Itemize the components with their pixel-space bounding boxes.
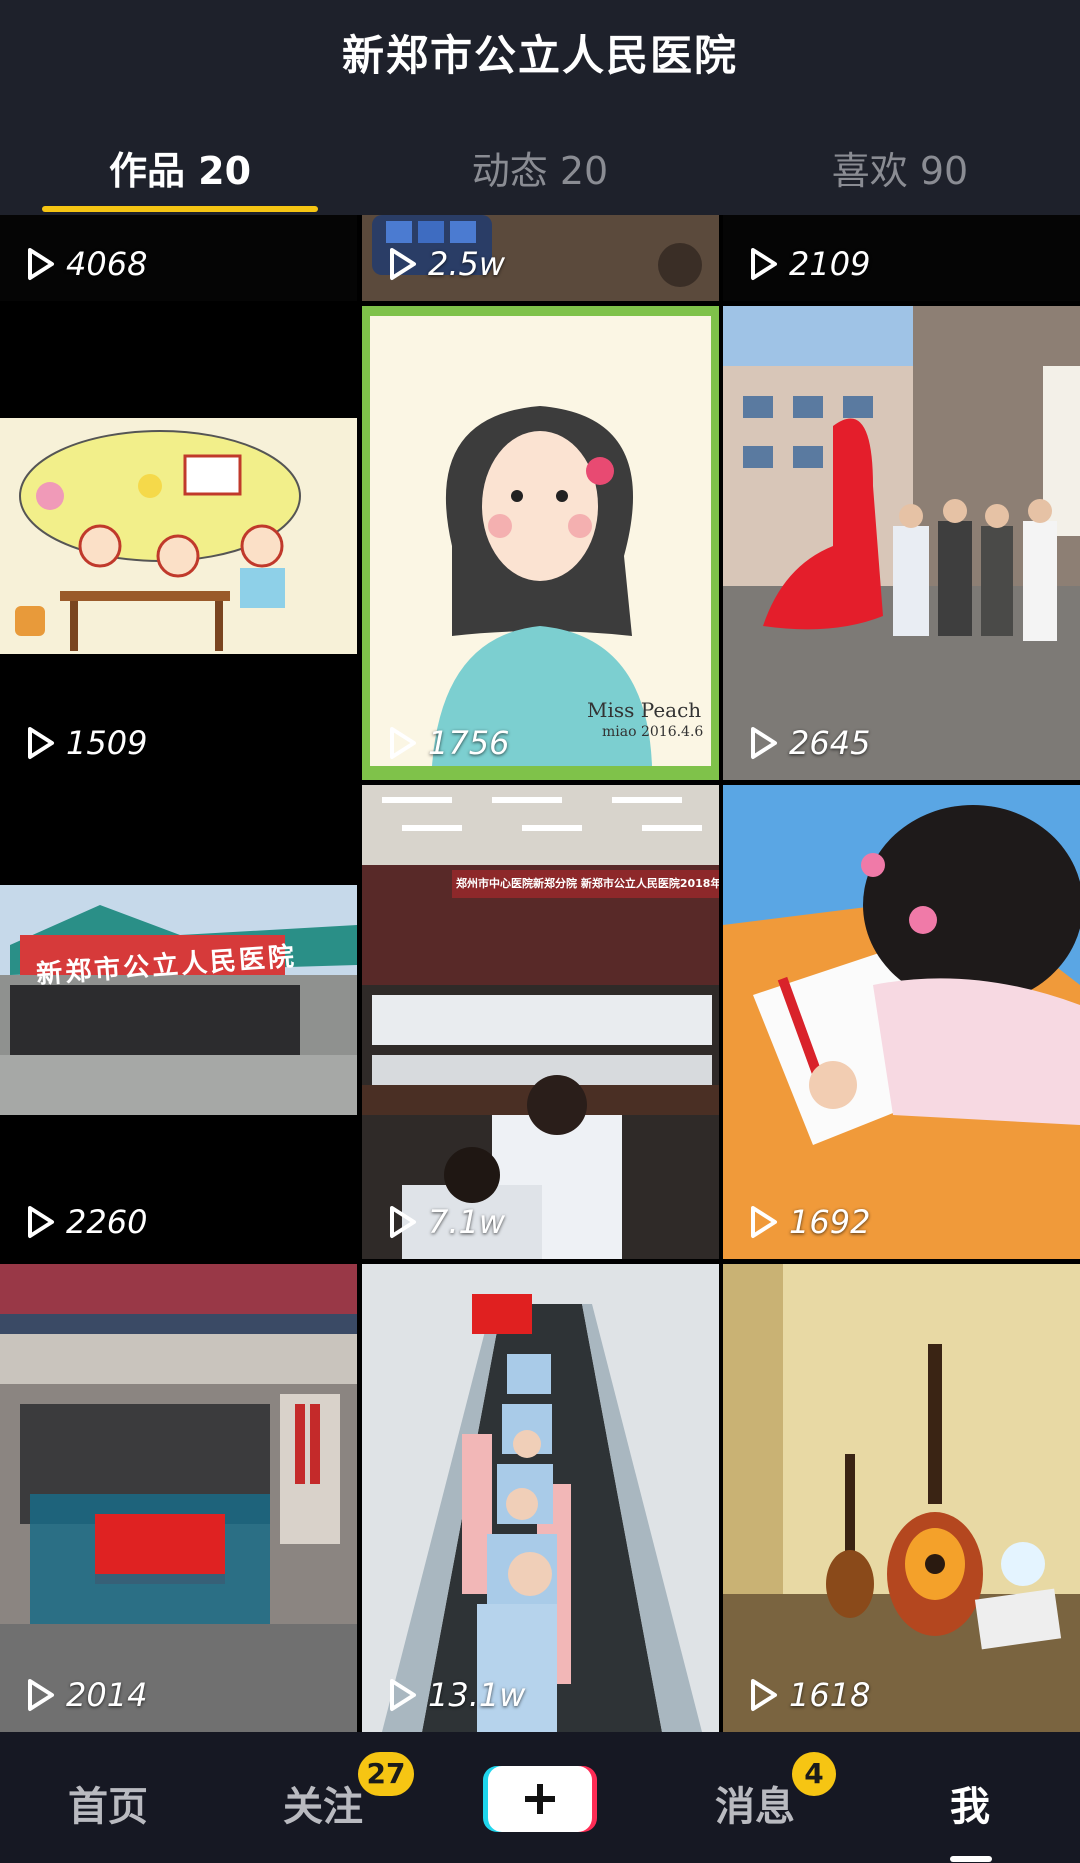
play-icon (390, 727, 416, 759)
video-tile[interactable]: 1618 (723, 1264, 1080, 1732)
play-count-text: 2014 (66, 1676, 148, 1714)
play-count-text: 2260 (66, 1203, 148, 1241)
create-button[interactable] (483, 1762, 597, 1836)
play-count: 1692 (749, 1203, 870, 1241)
play-icon (390, 248, 416, 280)
play-count: 1618 (749, 1676, 870, 1714)
drawing-signature: Miss Peach (587, 698, 702, 722)
play-count: 7.1w (388, 1203, 505, 1241)
play-count: 2014 (26, 1676, 147, 1714)
play-count-text: 13.1w (428, 1676, 526, 1714)
video-grid: 4068 2.5w 2109 1509 Miss Peach miao 2016… (0, 215, 1080, 1732)
drawing-date: miao 2016.4.6 (602, 724, 704, 740)
tab-likes[interactable]: 喜欢 90 (720, 140, 1080, 195)
play-icon (28, 727, 54, 759)
play-icon (751, 727, 777, 759)
play-count-text: 1618 (789, 1676, 871, 1714)
active-nav-indicator (950, 1856, 992, 1862)
video-tile[interactable]: 4068 (0, 215, 357, 301)
play-icon (28, 1679, 54, 1711)
play-icon (28, 1206, 54, 1238)
video-thumbnail (723, 1264, 1080, 1732)
play-icon (28, 248, 54, 280)
video-tile[interactable]: 2014 (0, 1264, 357, 1732)
play-count-text: 7.1w (428, 1203, 506, 1241)
video-thumbnail (723, 785, 1080, 1259)
tab-activity[interactable]: 动态 20 (360, 140, 720, 195)
video-tile[interactable]: Miss Peach miao 2016.4.6 1756 (362, 306, 719, 780)
follow-badge: 27 (358, 1752, 414, 1796)
bottom-nav: 首页 关注 27 消息 4 我 (0, 1732, 1080, 1863)
play-count-text: 1756 (428, 724, 510, 762)
video-tile[interactable]: 新郑市公立人民医院 2260 (0, 785, 357, 1259)
video-tile[interactable]: 1692 (723, 785, 1080, 1259)
video-thumbnail (362, 785, 719, 1259)
play-icon (390, 1679, 416, 1711)
play-count-text: 2.5w (428, 245, 506, 283)
video-thumbnail (0, 1264, 357, 1732)
video-tile[interactable]: 2109 (723, 215, 1080, 301)
play-count: 2.5w (388, 245, 505, 283)
active-tab-indicator (42, 206, 318, 212)
video-tile[interactable]: 2.5w (362, 215, 719, 301)
nav-home[interactable]: 首页 (68, 1774, 148, 1832)
play-count: 2260 (26, 1203, 147, 1241)
video-tile[interactable]: 2645 (723, 306, 1080, 780)
play-count: 2645 (749, 724, 870, 762)
nav-follow[interactable]: 关注 (283, 1774, 363, 1832)
nav-me[interactable]: 我 (950, 1774, 990, 1832)
play-icon (751, 1679, 777, 1711)
play-count: 1509 (26, 724, 147, 762)
video-tile[interactable]: 郑州市中心医院新郑分院 新郑市公立人民医院2018年 7.1w (362, 785, 719, 1259)
play-icon (751, 1206, 777, 1238)
play-count: 13.1w (388, 1676, 525, 1714)
hall-banner-text: 郑州市中心医院新郑分院 新郑市公立人民医院2018年 (456, 877, 719, 890)
play-icon (390, 1206, 416, 1238)
video-thumbnail (723, 306, 1080, 780)
play-count-text: 4068 (66, 245, 148, 283)
video-thumbnail (362, 1264, 719, 1732)
play-icon (751, 248, 777, 280)
plus-icon (483, 1766, 597, 1832)
video-tile[interactable]: 13.1w (362, 1264, 719, 1732)
tab-works[interactable]: 作品 20 (0, 140, 360, 195)
play-count: 1756 (388, 724, 509, 762)
play-count-text: 1509 (66, 724, 148, 762)
video-tile[interactable]: 1509 (0, 306, 357, 780)
tab-bar: 作品 20 动态 20 喜欢 90 (0, 130, 1080, 215)
play-count: 2109 (749, 245, 870, 283)
video-thumbnail (0, 306, 357, 780)
messages-badge: 4 (792, 1752, 836, 1796)
play-count: 4068 (26, 245, 147, 283)
play-count-text: 2109 (789, 245, 871, 283)
play-count-text: 1692 (789, 1203, 871, 1241)
page-title: 新郑市公立人民医院 (341, 31, 738, 80)
header: 新郑市公立人民医院 作品 20 动态 20 喜欢 90 (0, 0, 1080, 215)
video-thumbnail (0, 785, 357, 1259)
nav-messages[interactable]: 消息 (715, 1774, 795, 1832)
play-count-text: 2645 (789, 724, 871, 762)
